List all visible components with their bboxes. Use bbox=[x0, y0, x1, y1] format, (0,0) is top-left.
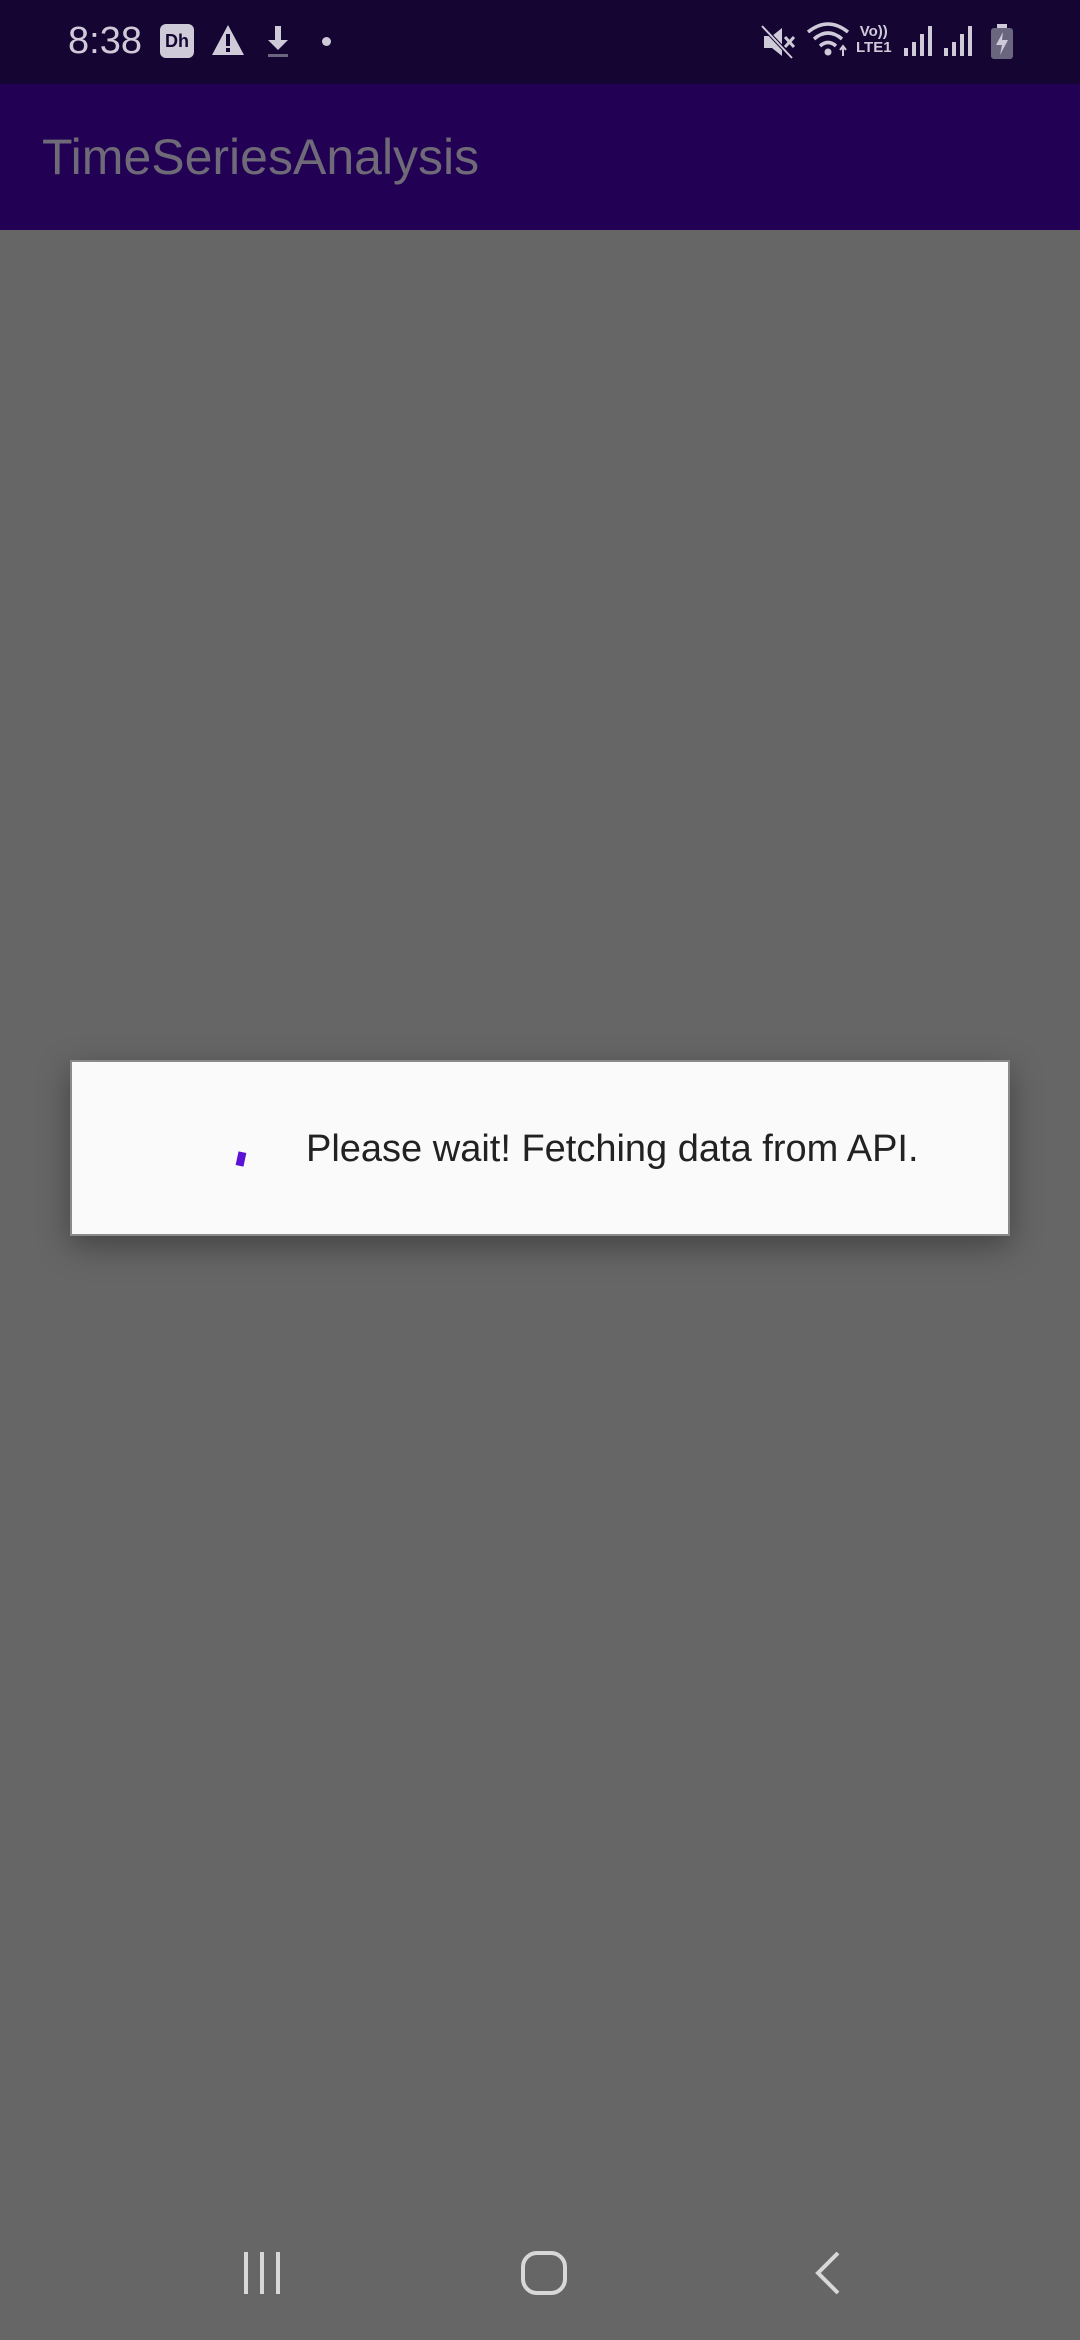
progress-dialog: Please wait! Fetching data from API. bbox=[70, 1060, 1010, 1236]
download-icon bbox=[264, 24, 292, 63]
notification-dot-icon bbox=[322, 37, 331, 46]
back-icon[interactable] bbox=[810, 2250, 846, 2301]
volte-lte-icon: Vo)) LTE1 bbox=[856, 24, 892, 56]
home-icon[interactable] bbox=[520, 2250, 568, 2301]
dialog-scrim[interactable] bbox=[0, 230, 1080, 2340]
status-bar: 8:38 Dh Vo)) LTE1 bbox=[0, 0, 1080, 84]
warning-icon bbox=[211, 24, 245, 61]
volte-label: Vo)) bbox=[859, 23, 888, 40]
wifi-icon bbox=[806, 20, 850, 65]
signal-icon bbox=[902, 24, 936, 63]
status-time: 8:38 bbox=[68, 20, 142, 62]
mute-icon bbox=[760, 24, 796, 65]
dialog-message: Please wait! Fetching data from API. bbox=[306, 1128, 919, 1170]
lte-label: LTE1 bbox=[856, 39, 892, 56]
battery-charging-icon bbox=[990, 24, 1014, 65]
app-title: TimeSeriesAnalysis bbox=[42, 129, 480, 185]
loading-spinner-icon bbox=[235, 1151, 247, 1167]
signal-icon bbox=[942, 24, 976, 63]
disney-hotstar-icon: Dh bbox=[160, 24, 194, 58]
navigation-bar bbox=[0, 2200, 1080, 2340]
app-bar: TimeSeriesAnalysis bbox=[0, 84, 1080, 230]
recents-icon[interactable] bbox=[240, 2250, 288, 2301]
